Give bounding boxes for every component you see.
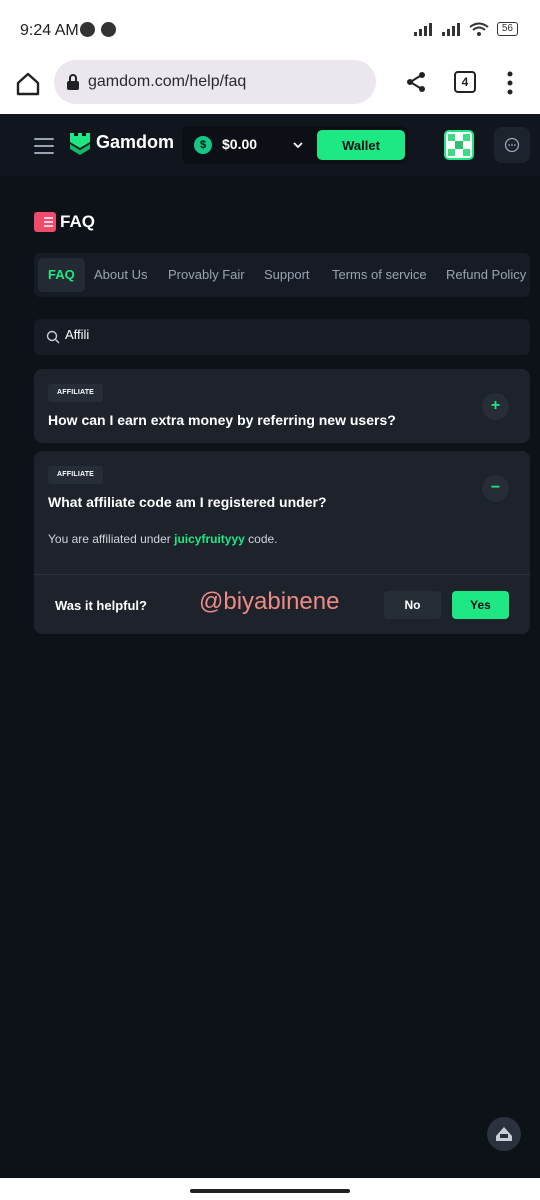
answer-suffix: code. bbox=[244, 532, 278, 546]
tab-support[interactable]: Support bbox=[264, 258, 310, 292]
tab-provably-fair[interactable]: Provably Fair bbox=[168, 258, 245, 292]
gamdom-logo-icon[interactable] bbox=[68, 130, 92, 156]
helpful-question: Was it helpful? bbox=[55, 598, 147, 613]
url-text: gamdom.com/help/faq bbox=[88, 73, 247, 90]
expand-plus-icon[interactable]: + bbox=[482, 393, 509, 420]
signal-icon-2 bbox=[441, 23, 460, 36]
search-input[interactable] bbox=[65, 327, 505, 342]
collapse-minus-icon[interactable]: − bbox=[482, 475, 509, 502]
faq-search[interactable] bbox=[34, 319, 530, 355]
tab-switcher-button[interactable]: 4 bbox=[454, 71, 476, 93]
yes-button[interactable]: Yes bbox=[452, 591, 509, 619]
wallet-button[interactable]: Wallet bbox=[317, 130, 405, 160]
watermark: @biyabinene bbox=[199, 588, 340, 615]
category-tag: AFFILIATE bbox=[48, 384, 104, 402]
balance-selector[interactable]: $ $0.00 Wallet bbox=[182, 126, 408, 164]
answer-prefix: You are affiliated under bbox=[48, 532, 175, 546]
system-icons: 56 bbox=[413, 22, 518, 36]
status-time: 9:24 AM bbox=[20, 22, 79, 39]
tab-about-us[interactable]: About Us bbox=[94, 258, 147, 292]
notification-icons bbox=[80, 22, 116, 37]
status-bar: 9:24 AM 56 bbox=[0, 0, 540, 62]
faq-question[interactable]: What affiliate code am I registered unde… bbox=[48, 494, 327, 510]
affiliate-code: juicyfruityyy bbox=[174, 532, 245, 546]
share-icon[interactable] bbox=[404, 70, 428, 94]
faq-item-expanded[interactable]: AFFILIATE What affiliate code am I regis… bbox=[34, 451, 530, 634]
search-icon bbox=[46, 330, 60, 344]
battery-indicator: 56 bbox=[496, 22, 518, 36]
home-indicator[interactable] bbox=[190, 1189, 350, 1193]
avatar-pattern-icon bbox=[448, 134, 470, 156]
more-menu-icon[interactable] bbox=[500, 70, 520, 96]
faq-item[interactable]: AFFILIATE How can I earn extra money by … bbox=[34, 369, 530, 443]
tab-faq[interactable]: FAQ bbox=[38, 258, 85, 292]
signal-icon bbox=[413, 23, 432, 36]
divider bbox=[34, 574, 530, 575]
no-button[interactable]: No bbox=[384, 591, 441, 619]
avatar[interactable] bbox=[444, 130, 474, 160]
messenger-icon bbox=[80, 22, 95, 37]
site-header: Gamdom $ $0.00 Wallet bbox=[0, 114, 540, 176]
aperture-icon bbox=[101, 22, 116, 37]
browser-toolbar: gamdom.com/help/faq 4 bbox=[0, 60, 540, 114]
home-icon[interactable] bbox=[14, 70, 42, 98]
hamburger-menu-icon[interactable] bbox=[34, 138, 54, 154]
help-tabs: FAQ About Us Provably Fair Support Terms… bbox=[34, 253, 530, 297]
logo-text[interactable]: Gamdom bbox=[96, 132, 174, 153]
tab-refund-policy[interactable]: Refund Policy bbox=[446, 258, 526, 292]
support-widget-button[interactable] bbox=[487, 1117, 521, 1151]
tab-terms-of-service[interactable]: Terms of service bbox=[332, 258, 427, 292]
chat-button[interactable] bbox=[494, 127, 530, 163]
address-bar[interactable]: gamdom.com/help/faq bbox=[54, 60, 376, 104]
dollar-coin-icon: $ bbox=[194, 136, 212, 154]
category-tag: AFFILIATE bbox=[48, 466, 104, 484]
page-title: FAQ bbox=[60, 212, 95, 231]
support-headset-icon bbox=[496, 1127, 512, 1141]
lock-icon bbox=[67, 74, 79, 90]
wifi-icon bbox=[469, 22, 489, 36]
balance-amount: $0.00 bbox=[222, 136, 258, 152]
chevron-down-icon[interactable] bbox=[292, 139, 304, 151]
faq-question[interactable]: How can I earn extra money by referring … bbox=[48, 412, 396, 428]
system-nav-bar bbox=[0, 1178, 540, 1200]
chat-bubble-icon bbox=[504, 137, 520, 153]
faq-document-icon bbox=[34, 212, 56, 232]
faq-answer: You are affiliated under juicyfruityyy c… bbox=[48, 532, 278, 546]
